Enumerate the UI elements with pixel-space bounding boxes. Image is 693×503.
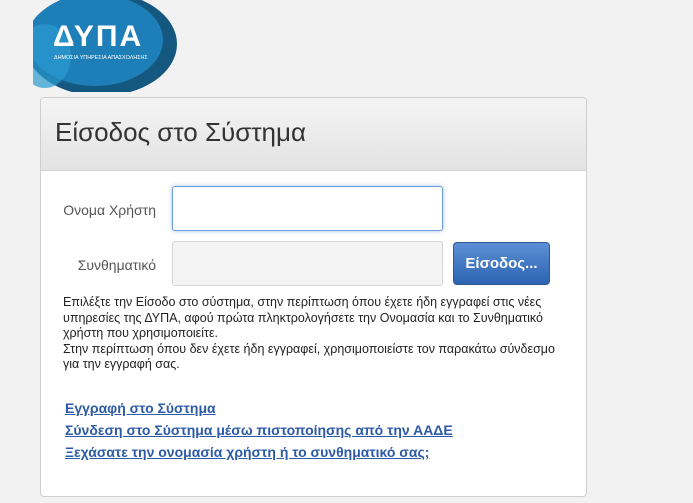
- info-paragraph-1: Επιλέξτε την Είσοδο στο σύστημα, στην πε…: [63, 295, 543, 340]
- username-input[interactable]: [172, 186, 443, 231]
- dypa-logo: ΔΥΠΑ ΔΗΜΟΣΙΑ ΥΠΗΡΕΣΙΑ ΑΠΑΣΧΟΛΗΣΗΣ: [19, 0, 179, 96]
- page-title: Είσοδος στο Σύστημα: [55, 117, 307, 147]
- info-text: Επιλέξτε την Είσοδο στο σύστημα, στην πε…: [63, 295, 573, 373]
- password-input[interactable]: [172, 241, 443, 286]
- register-link[interactable]: Εγγραφή στο Σύστημα: [65, 397, 453, 419]
- password-label: Συνθηματικό: [77, 257, 156, 273]
- svg-text:ΔΗΜΟΣΙΑ ΥΠΗΡΕΣΙΑ ΑΠΑΣΧΟΛΗΣΗΣ: ΔΗΜΟΣΙΑ ΥΠΗΡΕΣΙΑ ΑΠΑΣΧΟΛΗΣΗΣ: [54, 55, 148, 61]
- login-panel: Είσοδος στο Σύστημα Ονομα Χρήστη Συνθημα…: [40, 97, 587, 497]
- dypa-logo-graphic: ΔΥΠΑ ΔΗΜΟΣΙΑ ΥΠΗΡΕΣΙΑ ΑΠΑΣΧΟΛΗΣΗΣ: [19, 0, 177, 96]
- info-paragraph-2: Στην περίπτωση όπου δεν έχετε ήδη εγγραφ…: [63, 341, 555, 372]
- login-button[interactable]: Είσοδος...: [453, 242, 550, 285]
- panel-header: Είσοδος στο Σύστημα: [41, 98, 586, 171]
- aade-login-link[interactable]: Σύνδεση στο Σύστημα μέσω πιστοποίησης απ…: [65, 419, 453, 441]
- links-list: Εγγραφή στο Σύστημα Σύνδεση στο Σύστημα …: [65, 397, 453, 463]
- username-label: Ονομα Χρήστη: [63, 202, 156, 218]
- svg-text:ΔΥΠΑ: ΔΥΠΑ: [53, 20, 143, 53]
- forgot-credentials-link[interactable]: Ξεχάσατε την ονομασία χρήστη ή το συνθημ…: [65, 441, 453, 463]
